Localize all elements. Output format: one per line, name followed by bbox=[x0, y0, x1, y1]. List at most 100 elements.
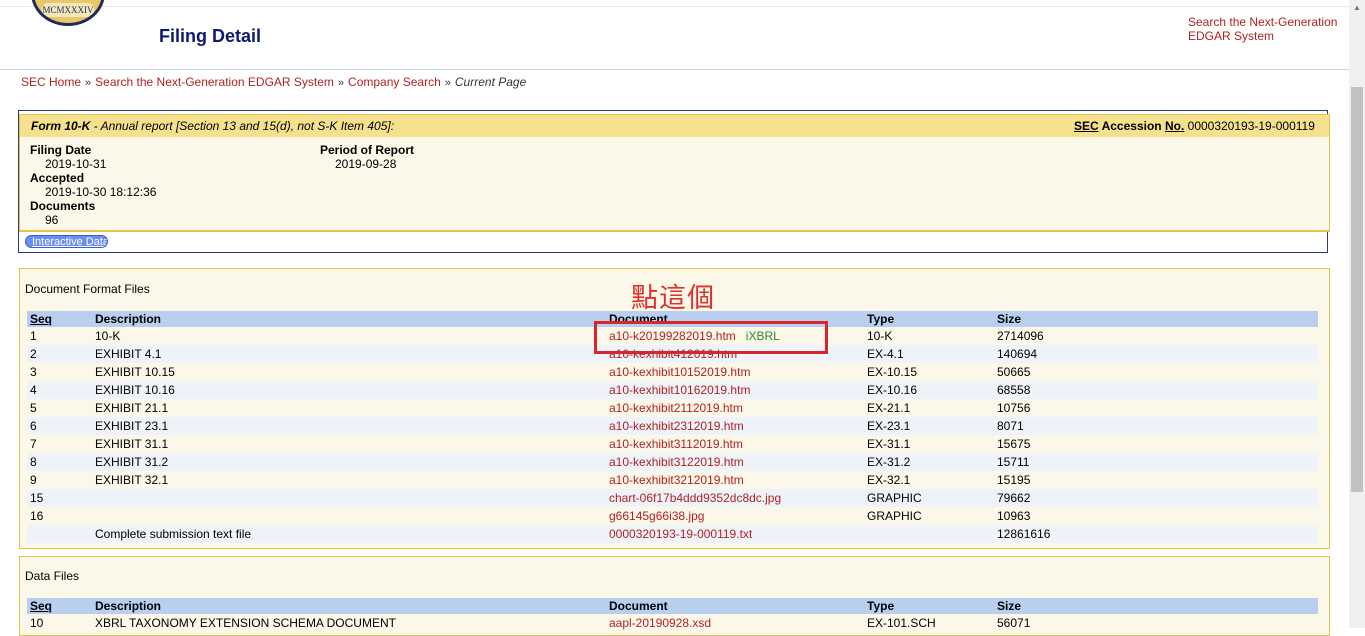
breadcrumb-current: Current Page bbox=[454, 75, 527, 89]
cell-size: 10963 bbox=[994, 507, 1318, 525]
cell-size: 12861616 bbox=[994, 525, 1318, 543]
breadcrumb: SEC Home» Search the Next-Generation EDGA… bbox=[21, 75, 526, 89]
cell-size: 8071 bbox=[994, 417, 1318, 435]
cell-seq: 3 bbox=[27, 363, 92, 381]
cell-seq: 6 bbox=[27, 417, 92, 435]
cell-document: chart-06f17b4ddd9352dc8dc.jpg bbox=[606, 489, 864, 507]
document-link[interactable]: 0000320193-19-000119.txt bbox=[609, 527, 752, 541]
cell-document: a10-kexhibit3212019.htm bbox=[606, 471, 864, 489]
document-link[interactable]: a10-kexhibit3112019.htm bbox=[609, 437, 743, 451]
cell-type: GRAPHIC bbox=[864, 489, 994, 507]
form-description: - Annual report [Section 13 and 15(d), n… bbox=[90, 119, 395, 133]
table-row: 9 EXHIBIT 32.1 a10-kexhibit3212019.htm EX-3… bbox=[27, 471, 1318, 489]
breadcrumb-sec-home[interactable]: SEC Home bbox=[21, 75, 81, 89]
cell-description: EXHIBIT 32.1 bbox=[92, 471, 606, 489]
breadcrumb-separator: » bbox=[85, 77, 92, 89]
cell-description: EXHIBIT 23.1 bbox=[92, 417, 606, 435]
header-seq: Seq bbox=[27, 311, 92, 327]
cell-description: EXHIBIT 4.1 bbox=[92, 345, 606, 363]
header-size: Size bbox=[994, 598, 1318, 614]
document-link[interactable]: a10-kexhibit2312019.htm bbox=[609, 419, 744, 433]
header-type: Type bbox=[864, 598, 994, 614]
cell-type: EX-23.1 bbox=[864, 417, 994, 435]
scrollbar-thumb[interactable] bbox=[1351, 87, 1363, 492]
cell-seq: 8 bbox=[27, 453, 92, 471]
table-header-row: Seq Description Document Type Size bbox=[27, 598, 1318, 614]
annotation-highlight-box bbox=[594, 321, 828, 354]
cell-seq: 1 bbox=[27, 327, 92, 345]
cell-size: 50665 bbox=[994, 363, 1318, 381]
cell-type: EX-31.2 bbox=[864, 453, 994, 471]
cell-description: EXHIBIT 10.15 bbox=[92, 363, 606, 381]
cell-description bbox=[92, 489, 606, 507]
cell-size: 10756 bbox=[994, 399, 1318, 417]
cell-description: EXHIBIT 31.1 bbox=[92, 435, 606, 453]
cell-type: EX-31.1 bbox=[864, 435, 994, 453]
table-row: Complete submission text file 0000320193-… bbox=[27, 525, 1318, 543]
filing-date-value: 2019-10-31 bbox=[45, 157, 107, 171]
cell-type: 10-K bbox=[864, 327, 994, 345]
cell-seq: 5 bbox=[27, 399, 92, 417]
cell-seq bbox=[27, 525, 92, 543]
cell-seq: 16 bbox=[27, 507, 92, 525]
table-row: 4 EXHIBIT 10.16 a10-kexhibit10162019.htm EX… bbox=[27, 381, 1318, 399]
breadcrumb-separator: » bbox=[337, 77, 345, 89]
breadcrumb-company-search[interactable]: Company Search bbox=[348, 75, 441, 89]
header-description: Description bbox=[92, 311, 606, 327]
documents-value: 96 bbox=[45, 213, 59, 227]
accepted-value: 2019-10-30 18:12:36 bbox=[45, 185, 157, 199]
table-row: 6 EXHIBIT 23.1 a10-kexhibit2312019.htm EX-2… bbox=[27, 417, 1318, 435]
header-seq: Seq bbox=[27, 598, 92, 614]
table-row: 3 EXHIBIT 10.15 a10-kexhibit10152019.htm EX… bbox=[27, 363, 1318, 381]
interactive-data-button[interactable]: Interactive Data bbox=[25, 235, 108, 248]
cell-type: EX-21.1 bbox=[864, 399, 994, 417]
cell-size: 56071 bbox=[994, 614, 1318, 632]
table-row: 7 EXHIBIT 31.1 a10-kexhibit3112019.htm EX-3… bbox=[27, 435, 1318, 453]
filing-date-label: Filing Date bbox=[30, 143, 92, 157]
cell-description bbox=[92, 507, 606, 525]
seal-text: MCMXXXIV bbox=[42, 3, 94, 17]
cell-type: EX-32.1 bbox=[864, 471, 994, 489]
cell-size: 140694 bbox=[994, 345, 1318, 363]
cell-type bbox=[864, 525, 994, 543]
document-link[interactable]: a10-kexhibit10152019.htm bbox=[609, 365, 750, 379]
header-document: Document bbox=[606, 598, 864, 614]
form-title: Form 10-K - Annual report [Section 13 an… bbox=[31, 119, 394, 133]
cell-seq: 4 bbox=[27, 381, 92, 399]
document-link[interactable]: a10-kexhibit3122019.htm bbox=[609, 455, 744, 469]
cell-size: 15195 bbox=[994, 471, 1318, 489]
document-link[interactable]: a10-kexhibit2112019.htm bbox=[609, 401, 743, 415]
period-of-report-value: 2019-09-28 bbox=[335, 157, 397, 171]
breadcrumb-search-edgar[interactable]: Search the Next-Generation EDGAR System bbox=[95, 75, 334, 89]
breadcrumb-separator: » bbox=[444, 77, 451, 89]
document-link[interactable]: chart-06f17b4ddd9352dc8dc.jpg bbox=[609, 491, 781, 505]
cell-type: EX-101.SCH bbox=[864, 614, 994, 632]
document-format-files-caption: Document Format Files bbox=[25, 282, 150, 296]
info-divider bbox=[19, 231, 1330, 232]
cell-description: 10-K bbox=[92, 327, 606, 345]
vertical-scrollbar[interactable]: ▲ bbox=[1349, 0, 1365, 628]
cell-description: EXHIBIT 21.1 bbox=[92, 399, 606, 417]
accession-number: SEC Accession No. 0000320193-19-000119 bbox=[1074, 119, 1315, 133]
search-edgar-header-link[interactable]: Search the Next-Generation EDGAR System bbox=[1188, 15, 1348, 43]
accession-label: Accession bbox=[1101, 119, 1162, 133]
cell-document: a10-kexhibit10162019.htm bbox=[606, 381, 864, 399]
header-description: Description bbox=[92, 598, 606, 614]
scroll-up-arrow-icon[interactable]: ▲ bbox=[1349, 0, 1365, 16]
cell-document: a10-kexhibit10152019.htm bbox=[606, 363, 864, 381]
document-link[interactable]: g66145g66i38.jpg bbox=[609, 509, 704, 523]
cell-description: EXHIBIT 10.16 bbox=[92, 381, 606, 399]
accession-sec-abbr: SEC bbox=[1074, 119, 1099, 133]
document-link[interactable]: a10-kexhibit3212019.htm bbox=[609, 473, 744, 487]
data-files-caption: Data Files bbox=[25, 569, 80, 583]
cell-size: 79662 bbox=[994, 489, 1318, 507]
cell-document: a10-kexhibit3122019.htm bbox=[606, 453, 864, 471]
top-divider bbox=[0, 6, 1349, 7]
table-row: 10 XBRL TAXONOMY EXTENSION SCHEMA DOCUMEN… bbox=[27, 614, 1318, 632]
cell-seq: 9 bbox=[27, 471, 92, 489]
document-link[interactable]: a10-kexhibit10162019.htm bbox=[609, 383, 750, 397]
table-row: 15 chart-06f17b4ddd9352dc8dc.jpg GRAPHIC 79… bbox=[27, 489, 1318, 507]
cell-document: aapl-20190928.xsd bbox=[606, 614, 864, 632]
cell-document: a10-kexhibit3112019.htm bbox=[606, 435, 864, 453]
form-label: Form 10-K bbox=[31, 119, 91, 133]
